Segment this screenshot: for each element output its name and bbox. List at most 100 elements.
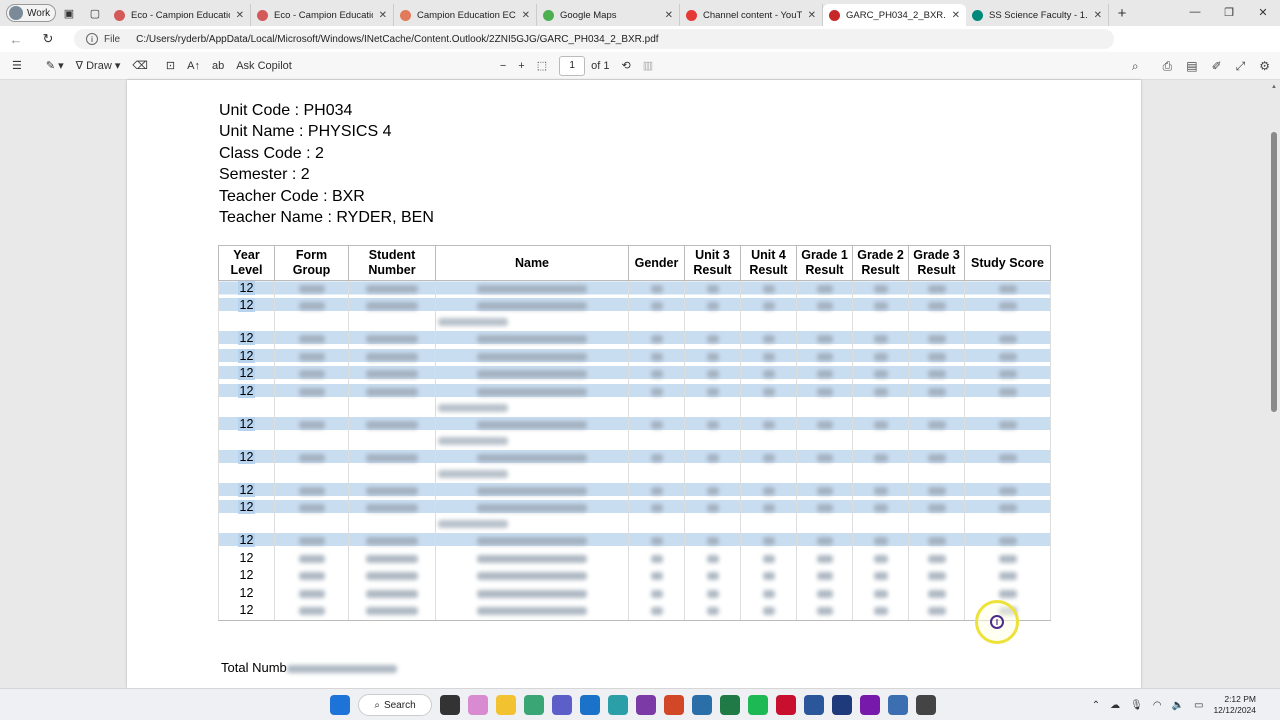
redacted-cell xyxy=(348,585,436,603)
info-icon[interactable]: i xyxy=(86,33,98,45)
tab-favicon-icon xyxy=(257,9,268,21)
draw-button[interactable]: ∇ Draw ▾ xyxy=(70,55,127,77)
address-field[interactable]: i File C:/Users/ryderb/AppData/Local/Mic… xyxy=(74,29,1114,49)
table-row: 12 xyxy=(218,280,1051,298)
redacted-cell xyxy=(628,568,685,586)
spotify-icon[interactable] xyxy=(748,695,768,715)
browser-tab[interactable]: Google Maps ✕ xyxy=(537,4,680,26)
scroll-up-icon[interactable]: ▲ xyxy=(1270,84,1278,90)
url-text[interactable]: C:/Users/ryderb/AppData/Local/Microsoft/… xyxy=(136,34,658,45)
copilot-app-icon[interactable] xyxy=(468,695,488,715)
app-icon[interactable] xyxy=(524,695,544,715)
scrollbar-thumb[interactable] xyxy=(1271,132,1277,412)
page-view-icon[interactable]: ▥ xyxy=(637,55,659,77)
browser-tab[interactable]: Eco - Campion Education ✕ xyxy=(251,4,394,26)
table-row: 12 xyxy=(218,568,1051,586)
restore-icon[interactable]: ❐ xyxy=(1212,0,1246,24)
new-tab-button[interactable]: + xyxy=(1109,5,1135,22)
page-number-input[interactable]: 1 xyxy=(559,55,586,76)
outlook-icon[interactable] xyxy=(580,695,600,715)
year-level-cell: 12 xyxy=(218,449,275,483)
onedrive-icon[interactable]: ☁ xyxy=(1110,700,1120,711)
save-as-icon[interactable]: ✐ xyxy=(1212,59,1222,73)
tab-actions-icon[interactable]: ▢ xyxy=(82,3,108,23)
redacted-value xyxy=(762,285,775,293)
page-total: of 1 xyxy=(591,59,610,72)
find-icon[interactable]: ⌕ xyxy=(1132,59,1139,74)
close-tab-icon[interactable]: ✕ xyxy=(236,10,244,21)
redacted-cell xyxy=(435,331,629,349)
redacted-cell xyxy=(274,585,349,603)
redacted-value xyxy=(927,607,946,615)
save-icon[interactable]: ▤ xyxy=(1186,59,1197,73)
eraser-icon[interactable]: ⌫ xyxy=(126,55,154,77)
profile-button[interactable]: Work xyxy=(6,4,56,22)
fit-page-icon[interactable]: ⬚ xyxy=(531,55,553,77)
redacted-cell xyxy=(852,500,909,533)
refresh-icon[interactable]: ↻ xyxy=(32,31,64,47)
onenote2-icon[interactable] xyxy=(860,695,880,715)
redacted-value xyxy=(366,504,418,512)
redacted-value xyxy=(816,504,833,512)
redacted-cell xyxy=(796,500,853,533)
battery-icon[interactable]: ▭ xyxy=(1194,700,1203,711)
browser-tab[interactable]: SS Science Faculty - 1. Ye ✕ xyxy=(966,4,1109,26)
back-icon[interactable]: ← xyxy=(0,32,32,47)
add-text-icon[interactable]: ⊡ xyxy=(160,55,181,77)
zoom-in-icon[interactable]: + xyxy=(512,55,530,77)
pdf-settings-icon[interactable]: ⚙ xyxy=(1259,59,1270,73)
browser-tab[interactable]: Channel content - YouTub ✕ xyxy=(680,4,823,26)
wifi-icon[interactable]: ◠ xyxy=(1153,700,1162,711)
redacted-cell xyxy=(796,280,853,298)
browser-tab[interactable]: GARC_PH034_2_BXR.pdf ✕ xyxy=(823,4,966,26)
start-icon[interactable] xyxy=(330,695,350,715)
app5-icon[interactable] xyxy=(916,695,936,715)
zoom-out-icon[interactable]: − xyxy=(494,55,512,77)
read-aloud-icon[interactable]: A↑ xyxy=(181,55,206,77)
teams-icon[interactable] xyxy=(552,695,572,715)
close-tab-icon[interactable]: ✕ xyxy=(665,10,673,21)
fullscreen-icon[interactable]: ⤢ xyxy=(1236,59,1246,74)
redacted-value xyxy=(706,335,719,343)
redacted-value xyxy=(706,572,719,580)
close-tab-icon[interactable]: ✕ xyxy=(952,10,960,21)
clock[interactable]: 2:12 PM 12/12/2024 xyxy=(1213,694,1256,716)
excel-icon[interactable] xyxy=(720,695,740,715)
powerpoint-icon[interactable] xyxy=(664,695,684,715)
workspaces-icon[interactable]: ▣ xyxy=(56,3,82,23)
chevron-up-icon[interactable]: ⌃ xyxy=(1092,700,1100,711)
close-tab-icon[interactable]: ✕ xyxy=(1094,10,1102,21)
translate-icon[interactable]: ab xyxy=(206,55,230,77)
rotate-icon[interactable]: ⟲ xyxy=(616,55,637,77)
volume-icon[interactable]: 🔈 xyxy=(1172,700,1184,711)
contents-icon[interactable]: ☰ xyxy=(6,55,28,77)
app2-icon[interactable] xyxy=(692,695,712,715)
app4-icon[interactable] xyxy=(888,695,908,715)
edge-icon[interactable] xyxy=(608,695,628,715)
redacted-value xyxy=(762,572,775,580)
redacted-value xyxy=(366,335,418,343)
browser-tab[interactable]: Campion Education ECO ✕ xyxy=(394,4,537,26)
microphone-icon[interactable]: 🎙 xyxy=(1130,700,1143,711)
word-icon[interactable] xyxy=(804,695,824,715)
scrollbar[interactable]: ▲ xyxy=(1270,84,1278,684)
close-window-icon[interactable]: ✕ xyxy=(1246,0,1280,24)
close-tab-icon[interactable]: ✕ xyxy=(808,10,816,21)
acrobat-icon[interactable] xyxy=(776,695,796,715)
taskbar-search[interactable]: ⌕ Search xyxy=(358,694,432,716)
print-icon[interactable]: ⎙ xyxy=(1163,59,1173,74)
file-explorer-icon[interactable] xyxy=(496,695,516,715)
results-table: Year Level Form Group Student Number Nam… xyxy=(218,245,1051,621)
redacted-cell xyxy=(628,416,685,450)
task-view-icon[interactable] xyxy=(440,695,460,715)
close-tab-icon[interactable]: ✕ xyxy=(379,10,387,21)
browser-tab[interactable]: Eco - Campion Education ✕ xyxy=(108,4,251,26)
close-tab-icon[interactable]: ✕ xyxy=(522,10,530,21)
onenote-icon[interactable] xyxy=(636,695,656,715)
app3-icon[interactable] xyxy=(832,695,852,715)
minimize-icon[interactable]: — xyxy=(1178,0,1212,24)
ask-copilot-button[interactable]: Ask Copilot xyxy=(230,55,298,77)
redacted-value xyxy=(477,420,587,429)
highlight-icon[interactable]: ✎ ▾ xyxy=(40,55,70,77)
unit-code-line: Unit Code : PH034 xyxy=(219,102,353,119)
